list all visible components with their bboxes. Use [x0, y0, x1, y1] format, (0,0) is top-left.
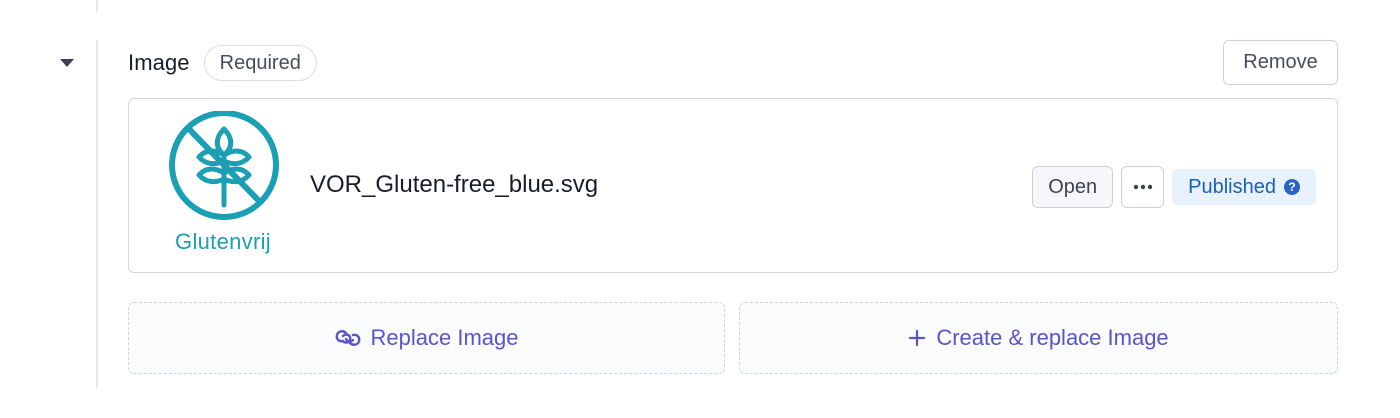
asset-filename[interactable]: VOR_Gluten-free_blue.svg	[310, 171, 598, 199]
nesting-rail-top	[96, 0, 98, 12]
create-replace-image-button[interactable]: Create & replace Image	[739, 302, 1338, 374]
question-circle-icon[interactable]: ?	[1284, 179, 1300, 195]
more-actions-button[interactable]	[1121, 166, 1165, 208]
gluten-free-logo-icon	[169, 111, 279, 220]
field-header: Image Required	[128, 44, 317, 82]
thumbnail-caption: Glutenvrij	[175, 229, 271, 254]
asset-actions: Open Published ?	[1032, 166, 1316, 208]
remove-button[interactable]: Remove	[1223, 40, 1338, 85]
chevron-down-icon	[60, 59, 74, 67]
ellipsis-icon	[1133, 184, 1152, 190]
link-icon	[335, 329, 361, 347]
asset-thumbnail[interactable]: Glutenvrij	[159, 111, 287, 261]
open-button[interactable]: Open	[1032, 166, 1114, 208]
required-badge: Required	[203, 45, 317, 81]
field-label: Image	[128, 50, 190, 75]
replace-image-label: Replace Image	[370, 325, 519, 350]
replace-image-button[interactable]: Replace Image	[128, 302, 725, 374]
create-replace-image-label: Create & replace Image	[936, 325, 1169, 350]
status-label: Published	[1188, 175, 1276, 198]
collapse-toggle[interactable]	[56, 54, 78, 72]
nesting-rail	[96, 40, 98, 388]
asset-card: Glutenvrij VOR_Gluten-free_blue.svg Open…	[128, 98, 1338, 273]
status-badge: Published ?	[1172, 169, 1316, 205]
plus-icon	[908, 329, 926, 347]
